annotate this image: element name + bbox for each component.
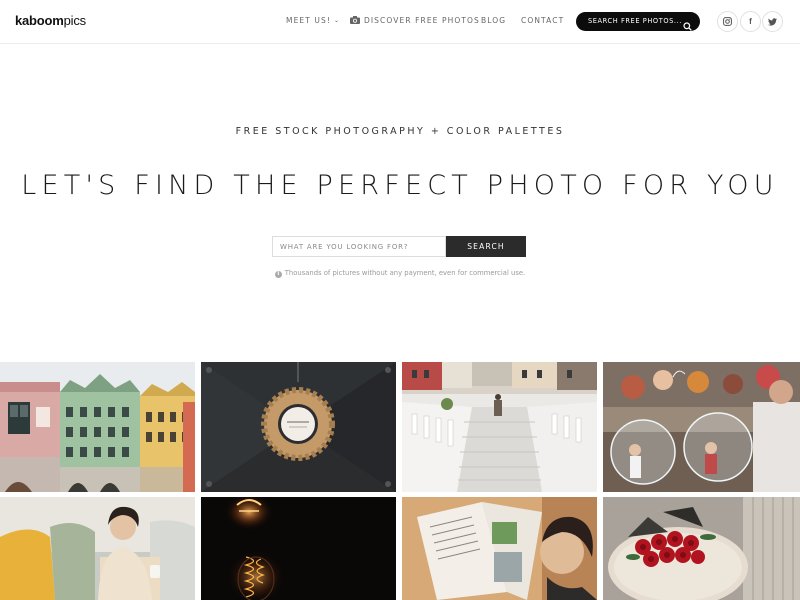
hero-hint-text: Thousands of pictures without any paymen… bbox=[284, 269, 526, 277]
hero-headline: LET'S FIND THE PERFECT PHOTO FOR YOU bbox=[21, 170, 779, 201]
instagram-icon[interactable] bbox=[717, 11, 738, 32]
hero-search-button[interactable]: SEARCH bbox=[446, 236, 526, 257]
site-header: kaboompics MEET US! ⌄ DISCOVER FREE PHOTO… bbox=[0, 0, 800, 44]
info-icon: i bbox=[274, 271, 282, 278]
nav-blog[interactable]: BLOG bbox=[481, 16, 506, 25]
twitter-icon[interactable] bbox=[762, 11, 783, 32]
camera-icon bbox=[350, 16, 360, 26]
nav-discover-free-photos[interactable]: DISCOVER FREE PHOTOS bbox=[350, 16, 480, 26]
logo[interactable]: kaboompics bbox=[15, 13, 86, 28]
photo-woman-reading-magazine[interactable] bbox=[402, 497, 597, 600]
hero-hint: i Thousands of pictures without any payme… bbox=[0, 269, 800, 278]
logo-light-text: pics bbox=[63, 13, 87, 28]
photo-soap-bubbles[interactable] bbox=[603, 362, 800, 492]
hero-search-input[interactable] bbox=[272, 236, 446, 257]
nav-meet-us[interactable]: MEET US! ⌄ bbox=[286, 16, 340, 25]
photo-red-roses[interactable] bbox=[603, 497, 800, 600]
facebook-icon[interactable]: f bbox=[740, 11, 761, 32]
photo-woman-on-sofa[interactable] bbox=[0, 497, 195, 600]
nav-meet-us-label: MEET US! bbox=[286, 16, 331, 25]
chevron-down-icon: ⌄ bbox=[333, 17, 341, 24]
photo-cork-wreath[interactable] bbox=[201, 362, 396, 492]
photo-edison-bulb[interactable] bbox=[201, 497, 396, 600]
nav-discover-label: DISCOVER FREE PHOTOS bbox=[364, 16, 480, 25]
logo-bold-text: kaboom bbox=[15, 13, 64, 28]
photo-old-town-houses[interactable] bbox=[0, 362, 195, 492]
photo-white-staircase[interactable] bbox=[402, 362, 597, 492]
nav-contact[interactable]: CONTACT bbox=[521, 16, 564, 25]
header-search-label: SEARCH FREE PHOTOS... bbox=[588, 17, 682, 25]
search-icon bbox=[683, 16, 692, 35]
header-search-button[interactable]: SEARCH FREE PHOTOS... bbox=[576, 12, 700, 31]
hero-tagline: FREE STOCK PHOTOGRAPHY + COLOR PALETTES bbox=[235, 126, 565, 137]
